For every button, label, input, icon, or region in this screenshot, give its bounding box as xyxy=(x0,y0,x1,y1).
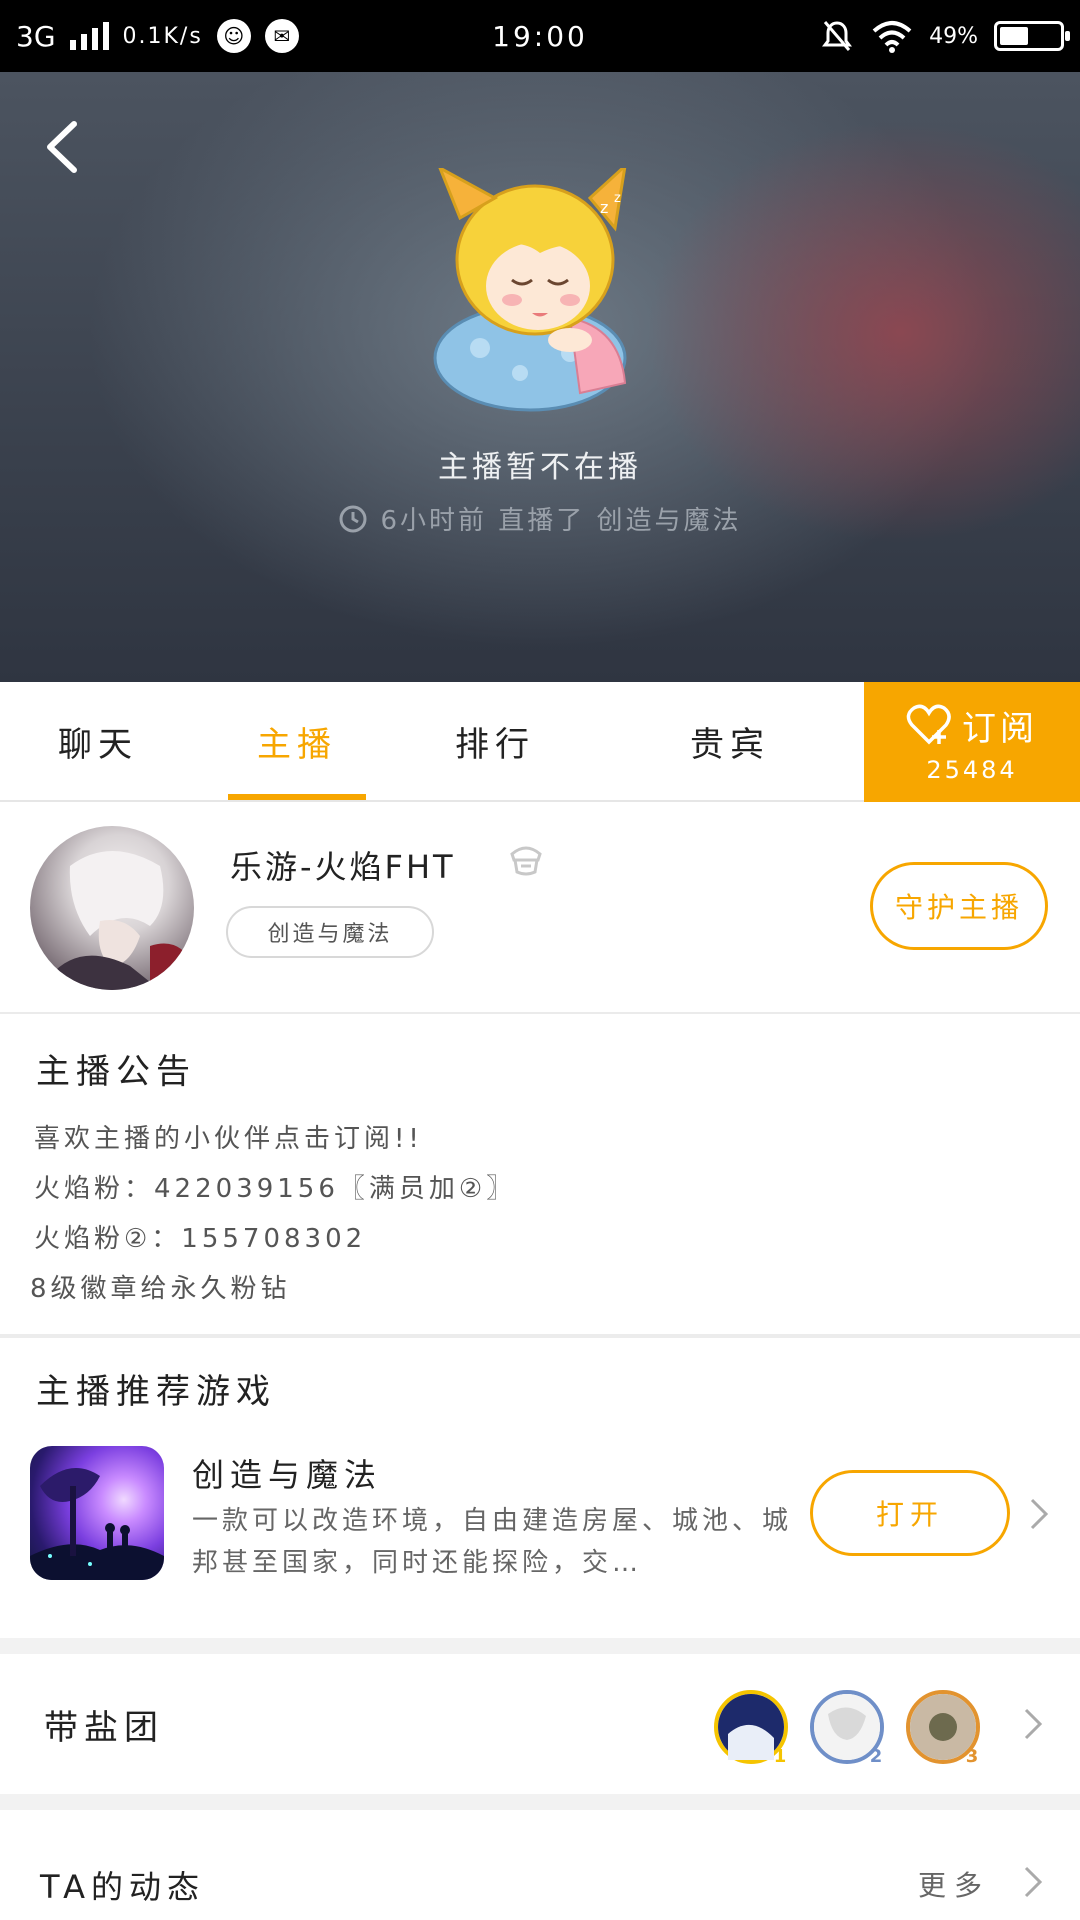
announcement-line: 8级徽章给永久粉钻 xyxy=(30,1274,291,1304)
top-fan-avatar[interactable]: 3 xyxy=(906,1690,980,1767)
recommended-game-title: 主播推荐游戏 xyxy=(36,1372,276,1412)
tab-vip-label: 贵宾 xyxy=(690,724,770,765)
rank-badge: 3 xyxy=(965,1745,979,1767)
status-bar: 3G 0.1K/s ☺ ✉ 19:00 49% xyxy=(0,0,1080,72)
announcement-section: 主播公告 喜欢主播的小伙伴点击订阅!! 火焰粉：422039156〖满员加②〗 … xyxy=(0,1014,1080,1338)
battery-fill xyxy=(1000,27,1028,45)
avatar-portrait xyxy=(40,851,194,990)
announcement-title: 主播公告 xyxy=(36,1052,196,1092)
tab-anchor-label: 主播 xyxy=(257,724,337,765)
svg-text:z: z xyxy=(600,198,608,217)
game-icon[interactable] xyxy=(30,1446,164,1580)
last-live-info: 6小时前 直播了 创造与魔法 xyxy=(0,500,1080,537)
salt-group-title: 带盐团 xyxy=(44,1708,164,1748)
game-artwork xyxy=(30,1468,164,1580)
sleeping-mascot-illustration: z z xyxy=(433,168,627,412)
section-divider xyxy=(0,1638,1080,1654)
top-fan-avatar[interactable]: 2 xyxy=(810,1690,884,1767)
tab-vip[interactable]: 贵宾 xyxy=(630,682,830,800)
section-divider xyxy=(0,1794,1080,1810)
signal-icon xyxy=(69,22,109,50)
status-left: 3G 0.1K/s ☺ ✉ xyxy=(16,19,299,53)
network-speed: 0.1K/s xyxy=(122,23,203,49)
tab-anchor[interactable]: 主播 xyxy=(196,682,398,800)
announcement-line: 火焰粉：422039156〖满员加②〗 xyxy=(34,1174,517,1204)
subscribe-top: 订阅 xyxy=(906,701,1038,750)
tab-bar: 聊天 主播 排行 贵宾 订阅 25484 xyxy=(0,682,1080,802)
game-description: 一款可以改造环境，自由建造房屋、城池、城邦甚至国家，同时还能探险，交… xyxy=(192,1506,792,1578)
battery-icon xyxy=(994,21,1070,51)
anchor-card: 乐游-火焰FHT 创造与魔法 守护主播 xyxy=(0,802,1080,1014)
subscribe-label: 订阅 xyxy=(962,708,1038,749)
svg-text:z: z xyxy=(614,191,621,206)
rank-badge: 2 xyxy=(869,1745,883,1767)
live-cover: z z 主播暂不在播 6小时前 直播了 创造与魔法 xyxy=(0,72,1080,682)
rank-badge: 1 xyxy=(773,1745,787,1767)
salt-group-row[interactable]: 带盐团 1 2 3 xyxy=(0,1654,1080,1794)
announcement-line: 喜欢主播的小伙伴点击订阅!! xyxy=(34,1124,423,1154)
mute-bell-icon xyxy=(822,21,853,51)
open-game-button[interactable]: 打开 xyxy=(810,1470,1010,1556)
tab-chat-label: 聊天 xyxy=(58,724,138,765)
guard-anchor-button[interactable]: 守护主播 xyxy=(870,862,1048,950)
level-badge-icon xyxy=(510,846,542,876)
network-type: 3G xyxy=(16,19,56,53)
subscribe-button[interactable]: 订阅 25484 xyxy=(864,682,1080,802)
status-right: 49% xyxy=(819,18,1070,54)
battery-percent: 49% xyxy=(929,23,978,49)
offline-status-text: 主播暂不在播 xyxy=(438,450,642,485)
tab-chat[interactable]: 聊天 xyxy=(0,682,196,800)
anchor-game-tag[interactable]: 创造与魔法 xyxy=(226,906,434,958)
more-link[interactable]: 更多 xyxy=(918,1864,990,1904)
wechat-icon: ✉ xyxy=(264,19,299,53)
chevron-right-icon[interactable] xyxy=(1026,1494,1052,1534)
tab-ranking-label: 排行 xyxy=(455,724,535,765)
chevron-right-icon[interactable] xyxy=(1020,1704,1046,1744)
heart-plus-icon xyxy=(906,704,951,745)
notification-app-icon: ☺ xyxy=(216,19,251,53)
subscriber-count: 25484 xyxy=(926,755,1018,784)
anchor-avatar[interactable] xyxy=(30,826,194,990)
dynamics-title: TA的动态 xyxy=(40,1868,205,1906)
last-live-text: 6小时前 直播了 创造与魔法 xyxy=(380,506,742,536)
tab-ranking[interactable]: 排行 xyxy=(398,682,592,800)
top-fan-avatar[interactable]: 1 xyxy=(714,1690,788,1767)
chevron-right-icon[interactable] xyxy=(1020,1862,1046,1902)
dynamics-row[interactable]: TA的动态 更多 xyxy=(0,1810,1080,1920)
recommended-game-section: 主播推荐游戏 创造与魔法 一款可以改造环境，自由建造房屋、城池、城邦甚至国家，同… xyxy=(0,1338,1080,1638)
game-name: 创造与魔法 xyxy=(192,1456,383,1494)
wifi-icon xyxy=(872,21,912,53)
back-arrow-icon[interactable] xyxy=(36,112,96,182)
anchor-name: 乐游-火焰FHT xyxy=(230,848,456,886)
clock-icon xyxy=(339,505,367,532)
announcement-line: 火焰粉②：155708302 xyxy=(34,1224,367,1254)
active-tab-indicator xyxy=(228,794,366,800)
